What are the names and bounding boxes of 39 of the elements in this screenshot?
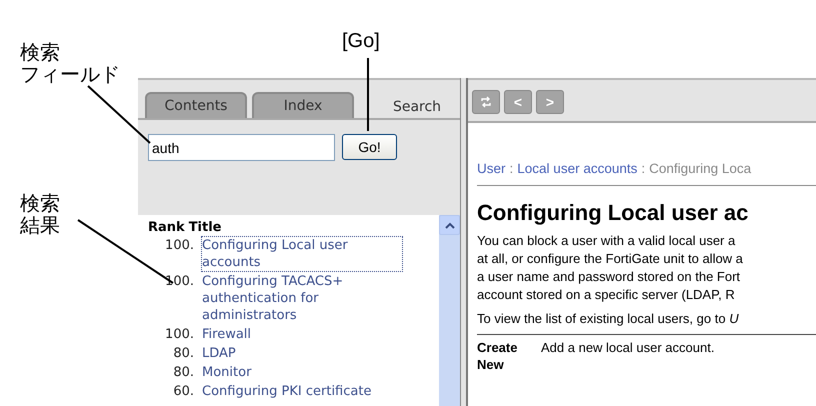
breadcrumb-separator: : [510,161,514,176]
rank-number: 100. [164,237,194,255]
breadcrumb-current: Configuring Loca [649,161,752,176]
column-header: Rank [148,220,185,235]
result-link[interactable]: Monitor [202,364,252,381]
leader-line [87,85,151,144]
result-link[interactable]: Configuring TACACS+ authentication for administrators [202,273,402,324]
go-button[interactable]: Go! [342,134,397,160]
scrollbar[interactable] [439,215,460,406]
rank-number: 100. [164,273,194,291]
breadcrumb-link[interactable]: User [477,161,506,176]
scroll-up-button[interactable] [439,215,460,235]
table-description: Add a new local user account. [541,339,714,357]
column-header: Title [188,220,222,235]
table-term: Create New [477,339,518,373]
breadcrumb-separator: : [641,161,646,176]
tab[interactable]: Contents [145,92,247,118]
result-link[interactable]: Configuring Local user accounts [202,237,402,271]
caret-up-icon [444,222,454,228]
callout-label: [Go] [342,30,380,52]
result-link[interactable]: Configuring PKI certificate [202,383,372,400]
rank-number: 100. [164,326,194,343]
tab[interactable]: Index [252,92,354,118]
page-heading: Configuring Local user ac [477,200,750,226]
sync-icon [480,96,492,108]
result-link[interactable]: Firewall [202,326,252,343]
tab[interactable]: Search [377,95,457,118]
paragraph: To view the list of existing local users, go to U [477,310,740,328]
pane-splitter[interactable] [460,78,468,406]
rank-number: 80. [172,345,194,362]
rank-number: 60. [172,383,194,400]
paragraph: You can block a user with a valid local user a at all, or configure the FortiGate unit to allow a a user name and password stored on the Fort account stored on a specific server (LDAP, R [477,232,744,304]
callout-label: 検索 フィールド [20,42,120,86]
sync-button[interactable] [472,90,500,114]
breadcrumb-link[interactable]: Local user accounts [517,161,638,176]
result-link[interactable]: LDAP [202,345,236,362]
rank-number: 80. [172,364,194,381]
callout-label: 検索 結果 [20,193,60,237]
search-field[interactable]: auth [148,134,335,161]
